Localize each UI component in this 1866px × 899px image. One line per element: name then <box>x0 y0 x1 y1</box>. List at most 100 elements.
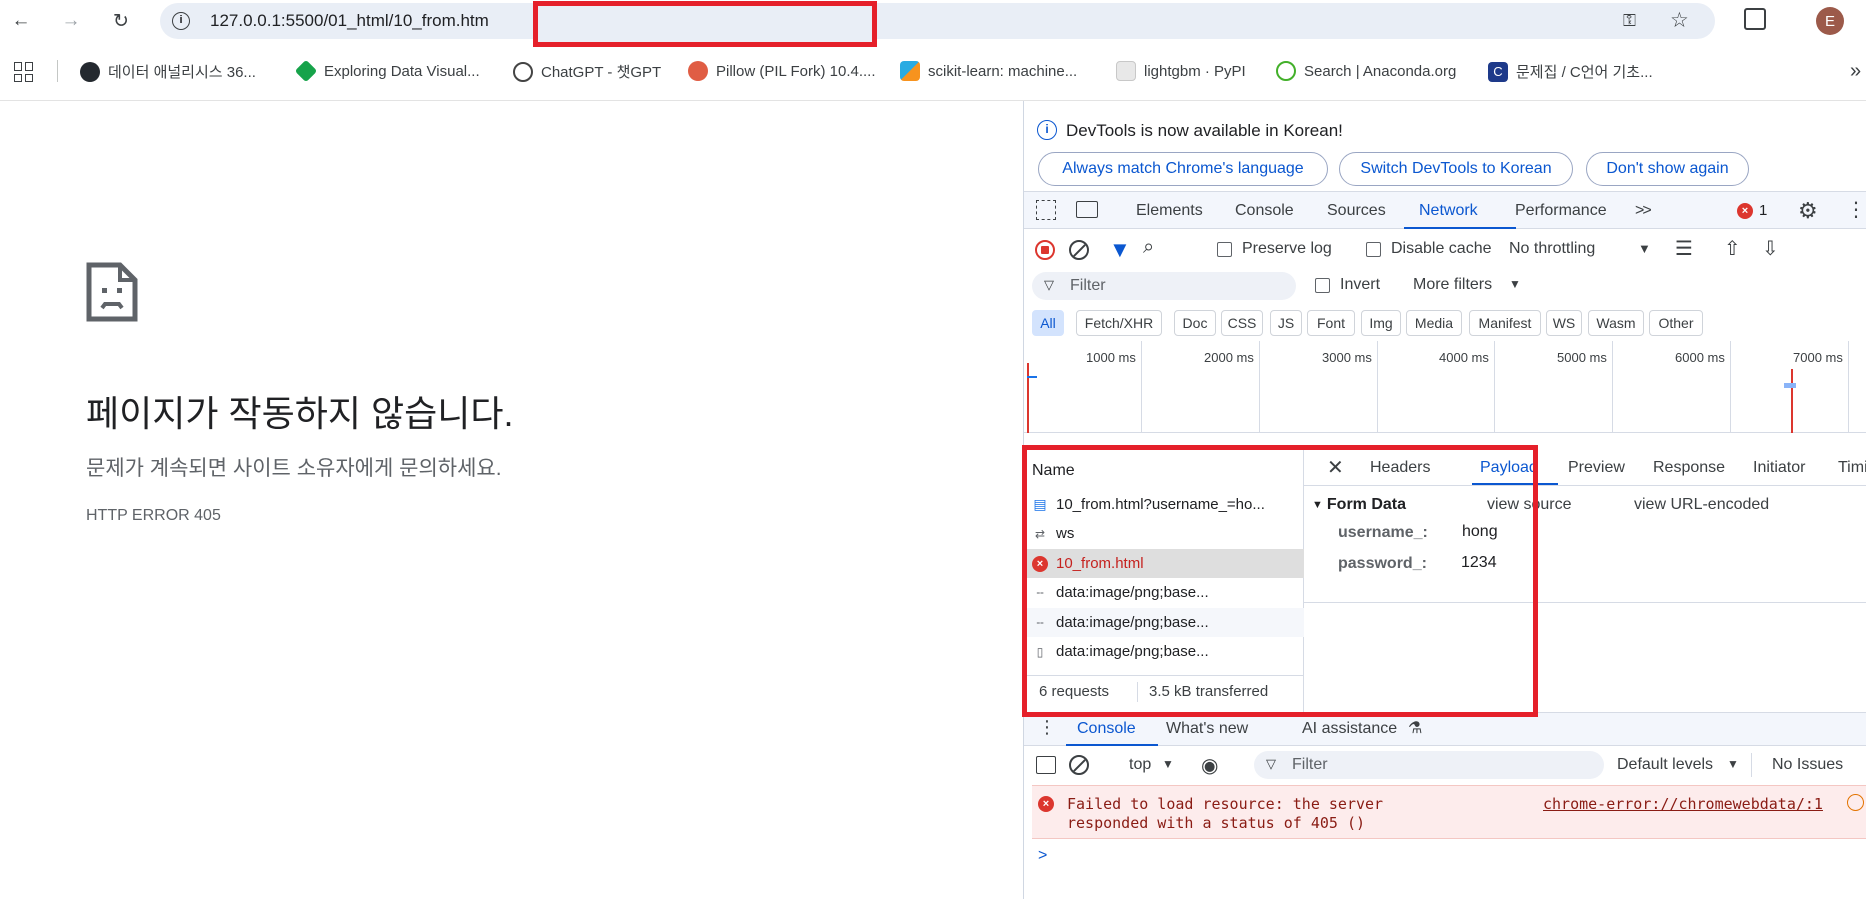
type-filter-ws[interactable]: WS <box>1546 310 1582 336</box>
bookmark-item[interactable]: 데이터 애널리시스 36... <box>80 61 256 82</box>
name-column-header[interactable]: Name <box>1032 462 1075 480</box>
profile-avatar[interactable]: E <box>1816 7 1844 35</box>
request-row[interactable]: × 10_from.html <box>1024 549 1304 578</box>
type-filter-font[interactable]: Font <box>1307 310 1355 336</box>
tab-headers[interactable]: Headers <box>1370 459 1430 477</box>
network-toolbar: ▼ ⌕ Preserve log Disable cache No thrott… <box>1024 230 1866 268</box>
inspect-element-icon[interactable] <box>1036 200 1056 220</box>
payload-view: ▼ Form Data view source view URL-encoded… <box>1304 486 1866 712</box>
request-row[interactable]: ▯ data:image/png;base... <box>1024 637 1304 666</box>
type-filter-media[interactable]: Media <box>1406 310 1462 336</box>
chevron-down-icon[interactable]: ▼ <box>1638 241 1651 256</box>
url-text[interactable]: 127.0.0.1:5500/01_html/10_from.htm <box>210 11 489 31</box>
log-levels-select[interactable]: Default levels <box>1617 756 1713 774</box>
type-filter-wasm[interactable]: Wasm <box>1588 310 1644 336</box>
form-data-section[interactable]: ▼ Form Data <box>1312 496 1406 514</box>
clear-icon[interactable] <box>1069 240 1089 260</box>
tab-network[interactable]: Network <box>1419 202 1478 220</box>
drawer-menu-icon[interactable]: ⋮ <box>1038 717 1056 738</box>
disable-cache-checkbox[interactable] <box>1366 242 1381 257</box>
type-filter-other[interactable]: Other <box>1649 310 1703 336</box>
sidebar-toggle-icon[interactable] <box>1036 756 1056 774</box>
request-row[interactable]: ▤ 10_from.html?username_=ho... <box>1024 490 1304 519</box>
bookmark-item[interactable]: Pillow (PIL Fork) 10.4.... <box>688 61 876 81</box>
filter-input[interactable]: ▽ Filter <box>1032 272 1296 300</box>
type-filter-img[interactable]: Img <box>1361 310 1401 336</box>
type-filter-manifest[interactable]: Manifest <box>1469 310 1541 336</box>
tab-response[interactable]: Response <box>1653 459 1725 477</box>
chevron-down-icon[interactable]: ▼ <box>1727 757 1739 771</box>
request-name: data:image/png;base... <box>1056 584 1209 601</box>
console-error-message[interactable]: × Failed to load resource: the server re… <box>1032 785 1866 839</box>
request-row[interactable]: ╌ data:image/png;base... <box>1024 578 1304 607</box>
dont-show-again-button[interactable]: Don't show again <box>1586 152 1749 186</box>
invert-checkbox[interactable] <box>1315 278 1330 293</box>
bookmark-item[interactable]: scikit-learn: machine... <box>900 61 1077 81</box>
type-filter-all[interactable]: All <box>1032 310 1064 336</box>
close-icon[interactable]: ✕ <box>1327 455 1344 480</box>
device-toolbar-icon[interactable] <box>1076 201 1098 218</box>
tab-preview[interactable]: Preview <box>1568 459 1625 477</box>
filter-funnel-icon[interactable]: ▼ <box>1109 237 1131 263</box>
extensions-icon[interactable] <box>1744 8 1766 30</box>
view-source-link[interactable]: view source <box>1487 496 1571 514</box>
tab-initiator[interactable]: Initiator <box>1753 459 1805 477</box>
bookmark-item[interactable]: Exploring Data Visual... <box>294 59 480 83</box>
chevron-down-icon[interactable]: ▼ <box>1162 757 1174 771</box>
error-source-link[interactable]: chrome-error://chromewebdata/:1 <box>1543 795 1823 813</box>
eye-icon[interactable]: ◉ <box>1201 753 1218 778</box>
download-icon[interactable]: ⇩ <box>1762 236 1779 261</box>
transferred-size: 3.5 kB transferred <box>1149 683 1269 700</box>
chevron-down-icon[interactable]: ▼ <box>1509 277 1521 291</box>
settings-gear-icon[interactable]: ⚙ <box>1798 198 1818 224</box>
clear-console-icon[interactable] <box>1069 755 1089 775</box>
search-icon[interactable]: ⌕ <box>1143 236 1154 259</box>
bookmark-item[interactable]: lightgbm · PyPI <box>1116 61 1246 81</box>
tab-console[interactable]: Console <box>1235 202 1294 220</box>
preserve-log-checkbox[interactable] <box>1217 242 1232 257</box>
upload-icon[interactable]: ⇧ <box>1724 236 1741 261</box>
tab-sources[interactable]: Sources <box>1327 202 1386 220</box>
request-row[interactable]: ╌ data:image/png;base... <box>1024 608 1304 637</box>
reload-icon[interactable]: ↻ <box>108 8 134 34</box>
type-filter-fetch[interactable]: Fetch/XHR <box>1076 310 1162 336</box>
view-url-encoded-link[interactable]: view URL-encoded <box>1634 496 1769 514</box>
console-filter-input[interactable]: ▽ Filter <box>1254 751 1604 779</box>
language-infobar: i DevTools is now available in Korean! A… <box>1024 101 1866 191</box>
type-filter-js[interactable]: JS <box>1270 310 1302 336</box>
tab-payload[interactable]: Payload <box>1480 459 1538 477</box>
tab-console-drawer[interactable]: Console <box>1077 720 1136 738</box>
error-counter[interactable]: × 1 <box>1737 202 1767 219</box>
tab-elements[interactable]: Elements <box>1136 202 1203 220</box>
console-prompt-icon[interactable]: > <box>1038 847 1047 865</box>
network-conditions-icon[interactable]: ☰ <box>1675 236 1693 261</box>
back-icon[interactable]: ← <box>8 8 34 34</box>
match-language-button[interactable]: Always match Chrome's language <box>1038 152 1328 186</box>
network-timeline[interactable]: 1000 ms 2000 ms 3000 ms 4000 ms 5000 ms … <box>1024 341 1866 433</box>
switch-korean-button[interactable]: Switch DevTools to Korean <box>1339 152 1573 186</box>
record-stop-icon[interactable] <box>1035 240 1055 260</box>
bookmark-item[interactable]: Search | Anaconda.org <box>1276 61 1456 81</box>
tab-performance[interactable]: Performance <box>1515 202 1607 220</box>
more-bookmarks-icon[interactable]: » <box>1850 60 1861 83</box>
type-filter-doc[interactable]: Doc <box>1174 310 1216 336</box>
throttling-select[interactable]: No throttling <box>1509 240 1595 258</box>
tab-ai-assistance[interactable]: AI assistance <box>1302 720 1397 738</box>
star-icon[interactable]: ☆ <box>1670 8 1689 33</box>
kebab-menu-icon[interactable]: ⋮ <box>1846 197 1866 222</box>
key-icon[interactable]: ⚿ <box>1623 11 1636 31</box>
issues-button[interactable]: No Issues <box>1772 756 1843 774</box>
bookmark-item[interactable]: ChatGPT - 챗GPT <box>513 61 661 82</box>
more-tabs-icon[interactable]: >> <box>1635 202 1652 220</box>
bookmark-item[interactable]: C 문제집 / C언어 기초... <box>1488 61 1653 82</box>
site-info-icon[interactable]: i <box>172 12 190 30</box>
more-filters-dropdown[interactable]: More filters <box>1413 276 1492 294</box>
tab-whats-new[interactable]: What's new <box>1166 720 1248 738</box>
tab-timing[interactable]: Timing <box>1838 459 1866 477</box>
apps-grid-icon[interactable] <box>14 62 34 82</box>
request-row[interactable]: ⇄ ws <box>1024 519 1304 548</box>
context-select[interactable]: top <box>1129 756 1151 774</box>
forward-icon[interactable]: → <box>58 8 84 34</box>
ai-explain-icon[interactable] <box>1847 794 1864 811</box>
type-filter-css[interactable]: CSS <box>1221 310 1263 336</box>
